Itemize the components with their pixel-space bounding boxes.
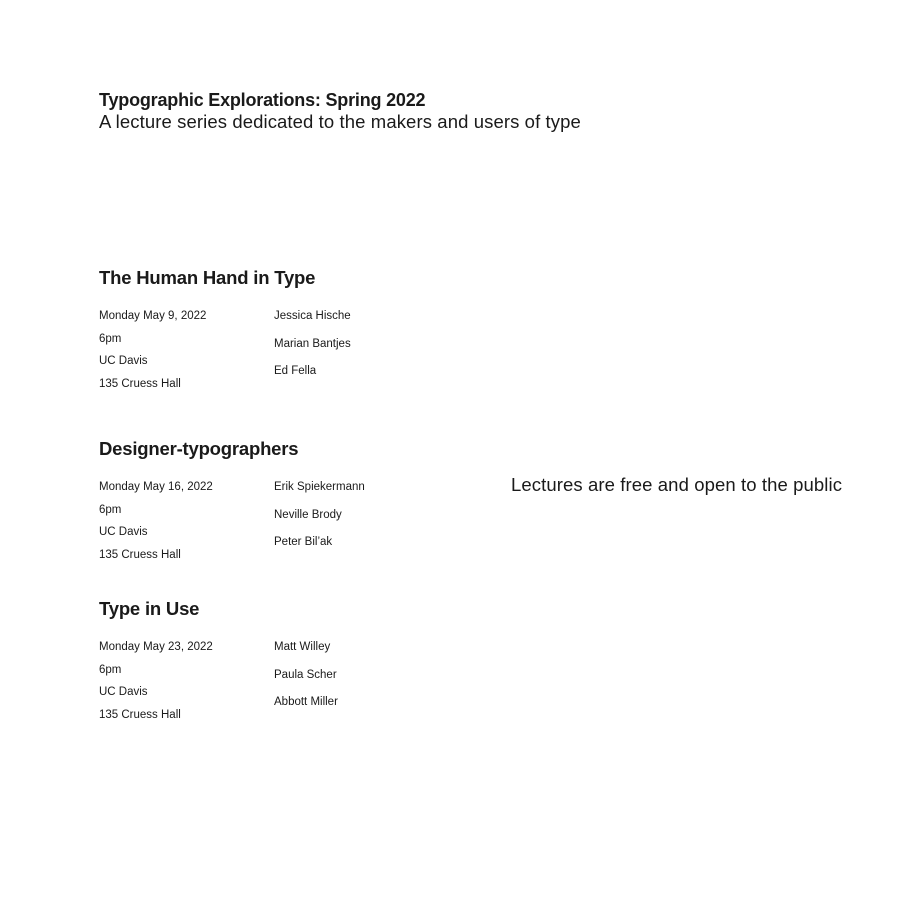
lecture-details: Monday May 23, 2022 6pm UC Davis 135 Cru… xyxy=(99,636,213,726)
lecture-date: Monday May 9, 2022 xyxy=(99,310,207,322)
series-title: Typographic Explorations: Spring 2022 xyxy=(99,90,426,110)
series-header: Typographic Explorations: Spring 2022 A … xyxy=(99,89,581,133)
speaker-name: Neville Brody xyxy=(274,508,342,521)
lecture-date: Monday May 16, 2022 xyxy=(99,481,213,493)
speaker-name: Erik Spiekermann xyxy=(274,481,365,493)
lecture-venue: UC Davis xyxy=(99,355,148,368)
lecture-venue: UC Davis xyxy=(99,526,148,539)
lecture-time: 6pm xyxy=(99,663,122,676)
speaker-name: Matt Willey xyxy=(274,641,331,653)
speaker-name: Jessica Hische xyxy=(274,310,351,322)
lecture-title: Type in Use xyxy=(99,598,200,619)
speaker-name: Ed Fella xyxy=(274,365,317,377)
lecture-time: 6pm xyxy=(99,503,122,516)
lecture-time: 6pm xyxy=(99,332,122,345)
lecture-title: Designer-typographers xyxy=(99,438,299,459)
lecture-room: 135 Cruess Hall xyxy=(99,377,181,390)
lecture-room: 135 Cruess Hall xyxy=(99,708,181,721)
lecture-title: The Human Hand in Type xyxy=(99,267,316,288)
lecture-details: Monday May 16, 2022 6pm UC Davis 135 Cru… xyxy=(99,476,213,566)
speaker-name: Peter Bil’ak xyxy=(274,536,333,548)
lecture-date: Monday May 23, 2022 xyxy=(99,641,213,653)
speaker-name: Marian Bantjes xyxy=(274,337,351,350)
speaker-name: Paula Scher xyxy=(274,668,337,681)
series-subtitle: A lecture series dedicated to the makers… xyxy=(99,111,581,132)
speaker-list: Matt Willey Paula Scher Abbott Miller xyxy=(274,634,338,717)
speaker-name: Abbott Miller xyxy=(274,696,338,708)
free-admission-note: Lectures are free and open to the public xyxy=(511,473,843,495)
lecture-room: 135 Cruess Hall xyxy=(99,548,181,561)
speaker-list: Erik Spiekermann Neville Brody Peter Bil… xyxy=(274,474,365,557)
speaker-list: Jessica Hische Marian Bantjes Ed Fella xyxy=(274,303,351,386)
lecture-venue: UC Davis xyxy=(99,686,148,699)
lecture-details: Monday May 9, 2022 6pm UC Davis 135 Crue… xyxy=(99,305,206,395)
